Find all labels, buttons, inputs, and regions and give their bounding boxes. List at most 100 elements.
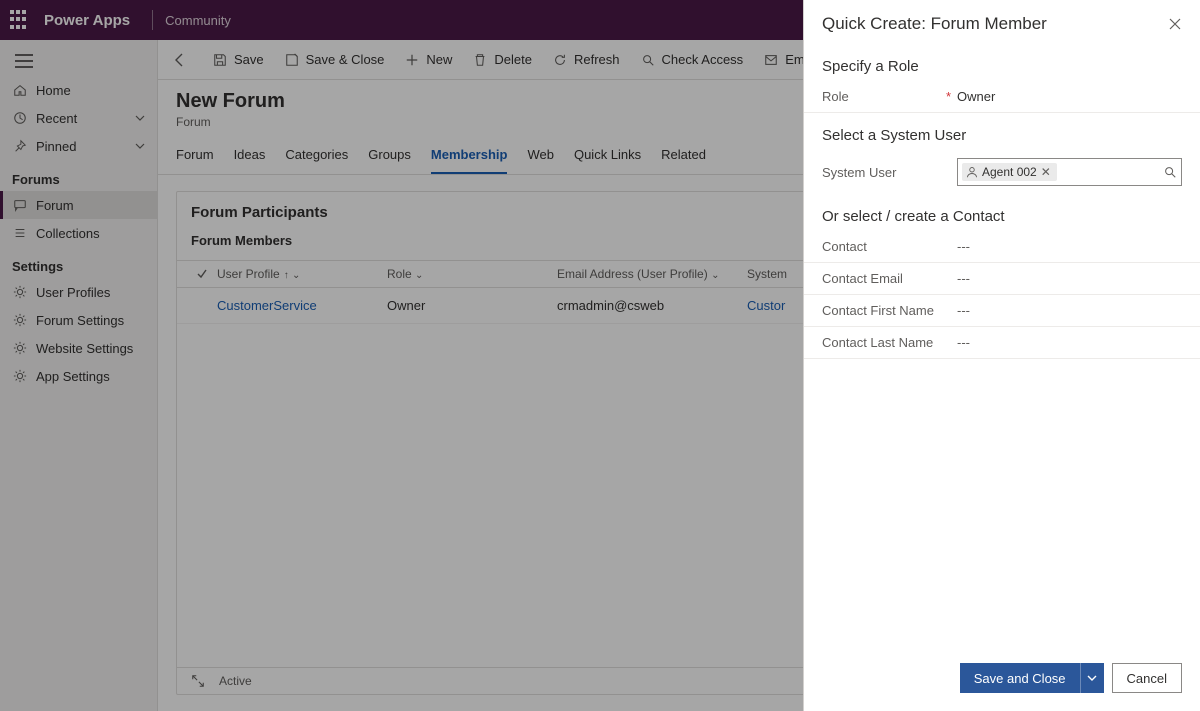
save-dropdown-button[interactable] [1080, 663, 1104, 693]
select-all-checkbox[interactable] [187, 267, 217, 281]
check-access-button[interactable]: Check Access [632, 48, 752, 72]
back-button[interactable] [166, 46, 194, 74]
cmd-label: Save & Close [306, 52, 385, 67]
column-role[interactable]: Role ⌄ [387, 267, 557, 281]
tab-membership[interactable]: Membership [431, 141, 508, 174]
contact-last-label: Contact Last Name [822, 335, 957, 350]
nav-label: Recent [36, 111, 77, 126]
save-and-close-button[interactable]: Save and Close [960, 663, 1080, 693]
save-close-button[interactable]: Save & Close [276, 48, 393, 72]
contact-last-value[interactable]: --- [957, 335, 1182, 350]
new-button[interactable]: New [396, 48, 460, 72]
remove-pill-icon[interactable]: ✕ [1041, 165, 1051, 179]
role-label: Role* [822, 89, 957, 104]
plus-icon [404, 52, 420, 68]
nav-section-settings: Settings [0, 247, 157, 278]
nav-website-settings[interactable]: Website Settings [0, 334, 157, 362]
cmd-label: Refresh [574, 52, 620, 67]
nav-forum-settings[interactable]: Forum Settings [0, 306, 157, 334]
expand-icon[interactable] [191, 674, 205, 688]
column-user-profile[interactable]: User Profile↑ ⌄ [217, 267, 387, 281]
contact-section-header: Or select / create a Contact [804, 194, 1200, 231]
nav-user-profiles[interactable]: User Profiles [0, 278, 157, 306]
tab-related[interactable]: Related [661, 141, 706, 174]
clock-icon [12, 110, 28, 126]
gear-icon [12, 312, 28, 328]
nav-app-settings[interactable]: App Settings [0, 362, 157, 390]
contact-first-field-row[interactable]: Contact First Name --- [804, 295, 1200, 327]
cell-role: Owner [387, 298, 557, 313]
save-button[interactable]: Save [204, 48, 272, 72]
tab-categories[interactable]: Categories [285, 141, 348, 174]
chevron-down-icon [135, 141, 145, 151]
person-icon [966, 166, 978, 178]
search-icon [640, 52, 656, 68]
status-label: Active [219, 674, 252, 688]
contact-email-value[interactable]: --- [957, 271, 1182, 286]
delete-button[interactable]: Delete [464, 48, 540, 72]
nav-home[interactable]: Home [0, 76, 157, 104]
system-user-label: System User [822, 165, 957, 180]
sort-asc-icon: ↑ [284, 270, 289, 281]
contact-value[interactable]: --- [957, 239, 1182, 254]
home-icon [12, 82, 28, 98]
nav-label: Forum [36, 198, 74, 213]
nav-collections[interactable]: Collections [0, 219, 157, 247]
cmd-label: Check Access [662, 52, 744, 67]
cmd-label: New [426, 52, 452, 67]
refresh-button[interactable]: Refresh [544, 48, 628, 72]
save-icon [212, 52, 228, 68]
required-indicator: * [946, 89, 951, 104]
role-value[interactable]: Owner [957, 89, 1182, 104]
tab-web[interactable]: Web [527, 141, 554, 174]
trash-icon [472, 52, 488, 68]
system-user-lookup[interactable]: Agent 002 ✕ [957, 158, 1182, 186]
chevron-down-icon: ⌄ [711, 270, 719, 281]
quick-create-panel: Quick Create: Forum Member Specify a Rol… [803, 0, 1200, 711]
sidebar: Home Recent Pinned Forums Forum Collecti… [0, 40, 158, 711]
tab-groups[interactable]: Groups [368, 141, 411, 174]
app-launcher-icon[interactable] [10, 10, 30, 30]
selected-user-pill[interactable]: Agent 002 ✕ [962, 163, 1057, 181]
tab-forum[interactable]: Forum [176, 141, 214, 174]
nav-pinned[interactable]: Pinned [0, 132, 157, 160]
contact-last-field-row[interactable]: Contact Last Name --- [804, 327, 1200, 359]
contact-label: Contact [822, 239, 957, 254]
tab-quick-links[interactable]: Quick Links [574, 141, 641, 174]
menu-toggle-icon[interactable] [0, 46, 157, 76]
search-icon[interactable] [1163, 165, 1177, 179]
gear-icon [12, 284, 28, 300]
brand-label: Power Apps [44, 12, 130, 29]
chevron-down-icon: ⌄ [292, 270, 300, 281]
nav-label: Website Settings [36, 341, 133, 356]
nav-section-forums: Forums [0, 160, 157, 191]
nav-recent[interactable]: Recent [0, 104, 157, 132]
close-button[interactable] [1168, 17, 1182, 31]
gear-icon [12, 368, 28, 384]
nav-label: Home [36, 83, 71, 98]
nav-label: Collections [36, 226, 100, 241]
header-divider [152, 10, 153, 30]
environment-label[interactable]: Community [165, 13, 231, 28]
cell-email: crmadmin@csweb [557, 298, 747, 313]
nav-forum[interactable]: Forum [0, 191, 157, 219]
cancel-button[interactable]: Cancel [1112, 663, 1182, 693]
gear-icon [12, 340, 28, 356]
tab-ideas[interactable]: Ideas [234, 141, 266, 174]
cell-user-profile[interactable]: CustomerService [217, 298, 387, 313]
list-icon [12, 225, 28, 241]
role-section-header: Specify a Role [804, 44, 1200, 81]
chat-icon [12, 197, 28, 213]
contact-first-label: Contact First Name [822, 303, 957, 318]
refresh-icon [552, 52, 568, 68]
cmd-label: Delete [494, 52, 532, 67]
contact-email-field-row[interactable]: Contact Email --- [804, 263, 1200, 295]
contact-field-row[interactable]: Contact --- [804, 231, 1200, 263]
quick-create-footer: Save and Close Cancel [804, 651, 1200, 711]
contact-first-value[interactable]: --- [957, 303, 1182, 318]
cmd-label: Save [234, 52, 264, 67]
mail-icon [763, 52, 779, 68]
nav-label: App Settings [36, 369, 110, 384]
role-field-row[interactable]: Role* Owner [804, 81, 1200, 113]
column-email[interactable]: Email Address (User Profile) ⌄ [557, 267, 747, 281]
